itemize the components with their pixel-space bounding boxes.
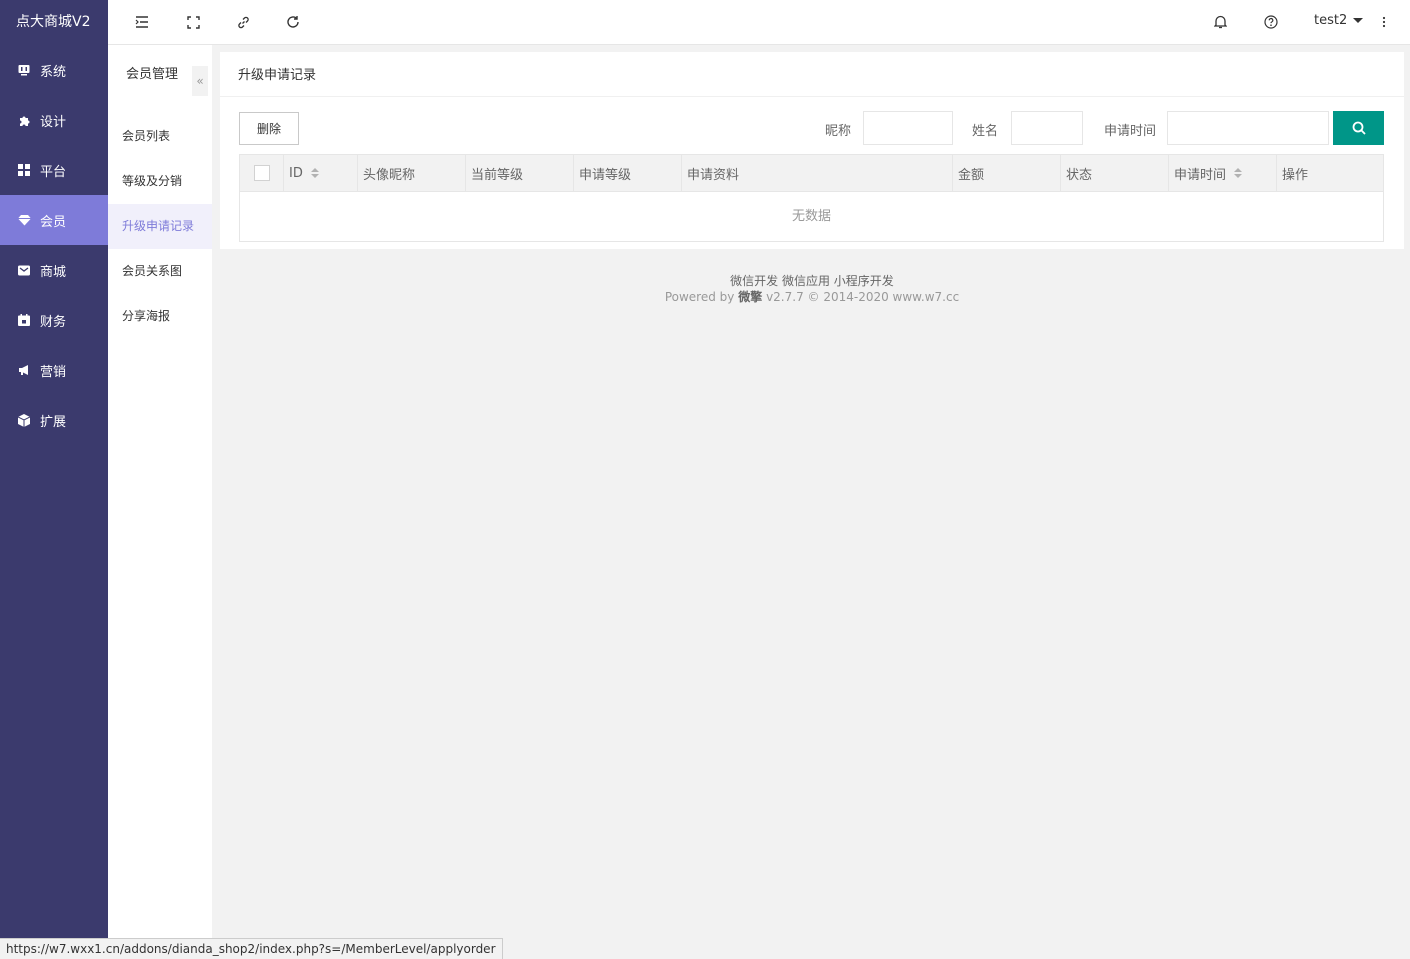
username: test2 bbox=[1314, 13, 1348, 28]
empty-state: 无数据 bbox=[791, 209, 831, 224]
bell-icon[interactable] bbox=[1212, 14, 1228, 30]
caret-down-icon bbox=[1353, 18, 1364, 23]
search-button[interactable] bbox=[1333, 111, 1384, 145]
sidebar-item-label: 营销 bbox=[40, 364, 67, 380]
col-current-level: 当前等级 bbox=[466, 155, 574, 191]
subnav-item-levels[interactable]: 等级及分销 bbox=[108, 159, 212, 204]
browser-status-bar: https://w7.wxx1.cn/addons/dianda_shop2/i… bbox=[0, 938, 503, 959]
sidebar-item-design[interactable]: 设计 bbox=[0, 95, 108, 145]
puzzle-icon bbox=[17, 113, 31, 127]
sub-sidebar-title: 会员管理 bbox=[126, 67, 179, 82]
link-icon[interactable] bbox=[235, 14, 251, 30]
collapse-button[interactable]: « bbox=[192, 66, 208, 96]
table-header: ID 头像昵称 当前等级 申请等级 申请资料 金额 状态 申请时间 操作 bbox=[240, 155, 1383, 192]
sidebar-item-label: 财务 bbox=[40, 314, 67, 330]
cube-icon bbox=[17, 413, 31, 427]
sidebar-item-member[interactable]: 会员 bbox=[0, 195, 108, 245]
footer-links[interactable]: 微信开发 微信应用 小程序开发 bbox=[220, 273, 1404, 289]
records-table: ID 头像昵称 当前等级 申请等级 申请资料 金额 状态 申请时间 操作 无数据 bbox=[239, 154, 1384, 242]
sidebar-item-mall[interactable]: 商城 bbox=[0, 245, 108, 295]
more-icon[interactable] bbox=[1376, 14, 1392, 30]
powered-brand[interactable]: 微擎 bbox=[738, 290, 762, 304]
user-menu[interactable]: test2 bbox=[1314, 13, 1364, 28]
sidebar-item-label: 设计 bbox=[40, 114, 67, 130]
delete-button[interactable]: 删除 bbox=[239, 112, 299, 145]
select-all-cell bbox=[240, 155, 284, 191]
help-icon[interactable] bbox=[1263, 14, 1279, 30]
select-all-checkbox[interactable] bbox=[254, 165, 270, 181]
refresh-icon[interactable] bbox=[285, 14, 301, 30]
page-title: 升级申请记录 bbox=[220, 52, 1404, 97]
calendar-icon bbox=[17, 313, 31, 327]
col-avatar-nickname: 头像昵称 bbox=[358, 155, 466, 191]
brand-title: 点大商城V2 bbox=[16, 14, 91, 30]
subnav-item-relation-map[interactable]: 会员关系图 bbox=[108, 249, 212, 294]
sort-icon[interactable] bbox=[1234, 168, 1243, 178]
sidebar-item-finance[interactable]: 财务 bbox=[0, 295, 108, 345]
col-id[interactable]: ID bbox=[284, 155, 358, 191]
subnav-item-upgrade-records[interactable]: 升级申请记录 bbox=[108, 204, 212, 249]
diamond-icon bbox=[17, 213, 31, 227]
main-sidebar: 点大商城V2 系统 设计 平台 会员 商城 财务 营销 扩展 bbox=[0, 0, 108, 959]
top-bar: test2 bbox=[108, 0, 1410, 45]
sort-icon[interactable] bbox=[310, 168, 319, 178]
sidebar-item-label: 扩展 bbox=[40, 414, 67, 430]
subnav-item-share-poster[interactable]: 分享海报 bbox=[108, 294, 212, 339]
sidebar-item-extension[interactable]: 扩展 bbox=[0, 395, 108, 445]
sidebar-item-system[interactable]: 系统 bbox=[0, 45, 108, 95]
sidebar-item-label: 商城 bbox=[40, 264, 67, 280]
col-amount: 金额 bbox=[953, 155, 1061, 191]
subnav-item-member-list[interactable]: 会员列表 bbox=[108, 114, 212, 159]
col-apply-time[interactable]: 申请时间 bbox=[1169, 155, 1277, 191]
nickname-label: 昵称 bbox=[825, 124, 852, 139]
nickname-input[interactable] bbox=[863, 111, 953, 145]
powered-by: Powered by 微擎 v2.7.7 © 2014-2020 www.w7.… bbox=[664, 290, 960, 304]
sidebar-item-label: 系统 bbox=[40, 64, 67, 80]
sidebar-item-marketing[interactable]: 营销 bbox=[0, 345, 108, 395]
fullscreen-icon[interactable] bbox=[185, 14, 201, 30]
sidebar-item-label: 平台 bbox=[40, 164, 67, 180]
grid-icon bbox=[17, 163, 31, 177]
name-label: 姓名 bbox=[972, 124, 999, 139]
col-actions: 操作 bbox=[1282, 167, 1309, 183]
sub-sidebar: 会员管理 « 会员列表 等级及分销 升级申请记录 会员关系图 分享海报 bbox=[108, 45, 212, 959]
megaphone-icon bbox=[17, 363, 31, 377]
col-status: 状态 bbox=[1061, 155, 1169, 191]
name-input[interactable] bbox=[1011, 111, 1083, 145]
mail-icon bbox=[17, 263, 31, 277]
monitor-icon bbox=[17, 63, 31, 77]
col-apply-info: 申请资料 bbox=[682, 155, 953, 191]
footer: 微信开发 微信应用 小程序开发 Powered by 微擎 v2.7.7 © 2… bbox=[220, 273, 1404, 305]
main-card: 升级申请记录 删除 昵称 姓名 申请时间 ID 头像昵称 当前等级 申请等级 申… bbox=[220, 52, 1404, 249]
apply-time-label: 申请时间 bbox=[1104, 124, 1157, 139]
sub-sidebar-header: 会员管理 « bbox=[108, 45, 212, 100]
search-icon bbox=[1352, 121, 1366, 135]
menu-icon[interactable] bbox=[134, 14, 150, 30]
sidebar-item-platform[interactable]: 平台 bbox=[0, 145, 108, 195]
col-apply-level: 申请等级 bbox=[574, 155, 682, 191]
sidebar-item-label: 会员 bbox=[40, 214, 67, 230]
apply-time-input[interactable] bbox=[1167, 111, 1329, 145]
